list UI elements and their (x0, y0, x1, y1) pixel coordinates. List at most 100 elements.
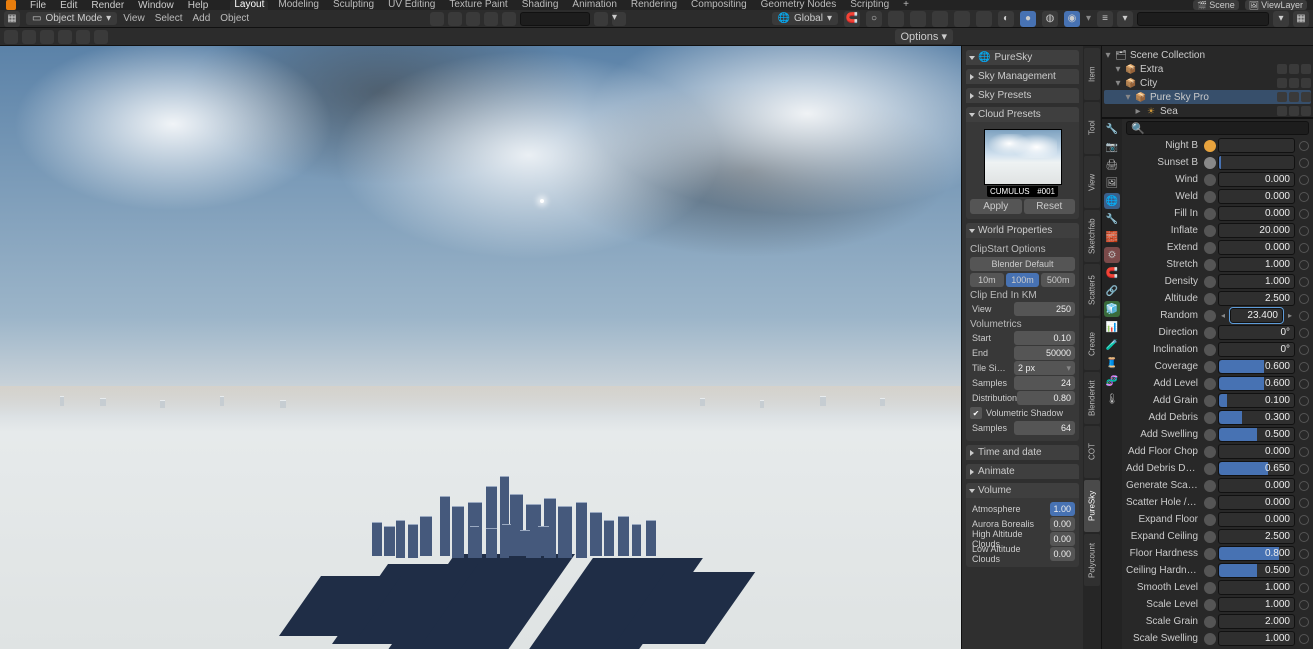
outliner-row-pure-sky-pro[interactable]: ▾ 📦 Pure Sky Pro (1104, 90, 1311, 104)
prop-keyframe-icon[interactable] (1299, 515, 1309, 525)
prop-dot-icon[interactable] (1204, 293, 1216, 305)
prop-keyframe-icon[interactable] (1299, 192, 1309, 202)
npanel-tab-tool[interactable]: Tool (1084, 102, 1100, 154)
reset-preset-button[interactable]: Reset (1024, 199, 1076, 214)
prop-dot-icon[interactable] (1204, 327, 1216, 339)
prop-field[interactable]: 1.000 (1218, 597, 1295, 612)
panel-header-animate[interactable]: Animate (966, 464, 1079, 479)
prop-field[interactable]: 0° (1218, 342, 1295, 357)
overlay-icon-c[interactable] (502, 12, 516, 26)
viewport-search-input[interactable] (520, 12, 590, 26)
proportional-icon[interactable]: ○ (866, 11, 882, 27)
prop-keyframe-icon[interactable] (1299, 209, 1309, 219)
clip-option-500m[interactable]: 500m (1041, 273, 1075, 287)
prop-keyframe-icon[interactable] (1299, 277, 1309, 287)
workspace-tab-animation[interactable]: Animation (568, 0, 620, 10)
outliner[interactable]: ▾🗂 Scene Collection ▾ 📦 Extra ▾ 📦 City ▾… (1102, 46, 1313, 118)
prop-field[interactable]: 0° (1218, 325, 1295, 340)
overlay-icon-b[interactable] (484, 12, 498, 26)
prop-dot-icon[interactable] (1204, 531, 1216, 543)
prop-keyframe-icon[interactable] (1299, 158, 1309, 168)
gizmo-icon[interactable] (448, 12, 462, 26)
volumetric-shadow-checkbox[interactable]: Volumetric Shadow (970, 406, 1075, 420)
editor-type-icon[interactable]: ▦ (4, 11, 20, 27)
panel-header-cloud-presets[interactable]: Cloud Presets (966, 107, 1079, 122)
prop-field[interactable]: 2.000 (1218, 614, 1295, 629)
prop-dot-icon[interactable] (1204, 310, 1216, 322)
object-menu[interactable]: Object (220, 13, 249, 24)
prop-keyframe-icon[interactable] (1299, 345, 1309, 355)
tool-icon-b[interactable] (22, 30, 36, 44)
wire-shading-icon[interactable]: ◐ (998, 11, 1014, 27)
start-field[interactable]: 0.10 (1014, 331, 1075, 345)
select-menu[interactable]: Select (155, 13, 183, 24)
prop-dot-icon[interactable] (1204, 276, 1216, 288)
properties-tab-3[interactable]: 🖼 (1104, 175, 1120, 191)
panel-header-sky-presets[interactable]: Sky Presets (966, 88, 1079, 103)
prop-dot-icon[interactable] (1204, 582, 1216, 594)
prop-dot-icon[interactable] (1204, 208, 1216, 220)
npanel-tab-create[interactable]: Create (1084, 318, 1100, 370)
tool-icon-a[interactable] (4, 30, 18, 44)
prop-keyframe-icon[interactable] (1299, 396, 1309, 406)
shading-chevron-icon[interactable]: ▾ (1086, 13, 1091, 24)
viewport-options-button[interactable]: Options ▾ (895, 29, 954, 44)
prop-dot-icon[interactable] (1204, 157, 1216, 169)
prop-keyframe-icon[interactable] (1299, 634, 1309, 644)
decrement-icon[interactable]: ◂ (1218, 311, 1228, 320)
vshadow-samples-field[interactable]: 64 (1014, 421, 1075, 435)
prop-keyframe-icon[interactable] (1299, 413, 1309, 423)
edit-menu[interactable]: Edit (60, 0, 77, 10)
npanel-tab-item[interactable]: Item (1084, 48, 1100, 100)
workspace-tab-modeling[interactable]: Modeling (274, 0, 323, 10)
prop-keyframe-icon[interactable] (1299, 260, 1309, 270)
properties-tab-4[interactable]: 🌐 (1104, 193, 1120, 209)
clip-option-10m[interactable]: 10m (970, 273, 1004, 287)
prop-keyframe-icon[interactable] (1299, 294, 1309, 304)
tool-icon-c[interactable] (40, 30, 54, 44)
file-menu[interactable]: File (30, 0, 46, 10)
workspace-tab-rendering[interactable]: Rendering (627, 0, 681, 10)
properties-tab-12[interactable]: 🧪 (1104, 337, 1120, 353)
low-altitude-clouds-field[interactable]: 0.00 (1050, 547, 1075, 561)
properties-tab-8[interactable]: 🧲 (1104, 265, 1120, 281)
apply-preset-button[interactable]: Apply (970, 199, 1022, 214)
camera-view-icon[interactable] (910, 11, 926, 27)
workspace-tab-uv-editing[interactable]: UV Editing (384, 0, 439, 10)
help-menu[interactable]: Help (188, 0, 209, 10)
prop-field[interactable]: 0.800 (1218, 546, 1295, 561)
prop-keyframe-icon[interactable] (1299, 447, 1309, 457)
prop-dot-icon[interactable] (1204, 429, 1216, 441)
prop-field[interactable]: 0.650 (1218, 461, 1295, 476)
prop-field[interactable]: 1.000 (1218, 257, 1295, 272)
panel-header-time-and-date[interactable]: Time and date (966, 445, 1079, 460)
prop-dot-icon[interactable] (1204, 514, 1216, 526)
prop-keyframe-icon[interactable] (1299, 566, 1309, 576)
view-field[interactable]: 250 (1014, 302, 1075, 316)
prop-dot-icon[interactable] (1204, 174, 1216, 186)
prop-dot-icon[interactable] (1204, 225, 1216, 237)
prop-keyframe-icon[interactable] (1299, 532, 1309, 542)
prop-field[interactable]: 0.000 (1218, 495, 1295, 510)
select-tool-icon[interactable] (430, 12, 444, 26)
snap-icon[interactable]: 🧲 (844, 11, 860, 27)
properties-tab-6[interactable]: 🧱 (1104, 229, 1120, 245)
prop-field[interactable]: 0.600 (1218, 359, 1295, 374)
prop-keyframe-icon[interactable] (1299, 464, 1309, 474)
prop-field[interactable]: 0.300 (1218, 410, 1295, 425)
workspace-tab-shading[interactable]: Shading (518, 0, 563, 10)
prop-dot-icon[interactable] (1204, 480, 1216, 492)
prop-dot-icon[interactable] (1204, 242, 1216, 254)
outliner-row-city[interactable]: ▾ 📦 City (1104, 76, 1311, 90)
prop-keyframe-icon[interactable] (1299, 583, 1309, 593)
tool-icon-f[interactable] (94, 30, 108, 44)
prop-keyframe-icon[interactable] (1299, 226, 1309, 236)
high-altitude-clouds-field[interactable]: 0.00 (1050, 532, 1075, 546)
prop-keyframe-icon[interactable] (1299, 328, 1309, 338)
properties-tab-11[interactable]: 📊 (1104, 319, 1120, 335)
prop-dot-icon[interactable] (1204, 446, 1216, 458)
tile-size-field[interactable]: 2 px▾ (1014, 361, 1075, 375)
properties-tab-10[interactable]: 🧊 (1104, 301, 1120, 317)
solid-shading-icon[interactable]: ● (1020, 11, 1036, 27)
view-menu[interactable]: View (123, 13, 145, 24)
